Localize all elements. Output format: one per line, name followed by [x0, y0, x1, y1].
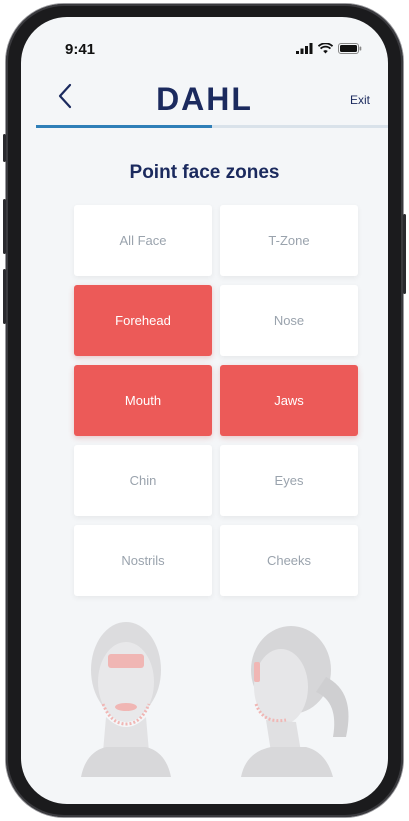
app-screen: 9:41 DAHL Exit Point face zones All Face…: [21, 17, 388, 804]
zone-all-face-button[interactable]: All Face: [74, 205, 212, 276]
battery-icon: [338, 43, 362, 54]
zone-grid: All Face T-Zone Forehead Nose Mouth Jaws Chin E…: [74, 205, 358, 596]
zone-nostrils-button[interactable]: Nostrils: [74, 525, 212, 596]
app-header: DAHL Exit: [21, 75, 388, 125]
zone-cheeks-button[interactable]: Cheeks: [220, 525, 358, 596]
status-time: 9:41: [65, 41, 96, 58]
zone-forehead-button[interactable]: Forehead: [74, 285, 212, 356]
zone-chin-button[interactable]: Chin: [74, 445, 212, 516]
signal-icon: [296, 43, 313, 54]
side-face-image: [241, 626, 349, 777]
zone-mouth-button[interactable]: Mouth: [74, 365, 212, 436]
volume-up-button: [3, 199, 6, 254]
phone-frame: 9:41 DAHL Exit Point face zones All Face…: [3, 4, 406, 817]
page-title: Point face zones: [129, 162, 280, 183]
zone-t-zone-button[interactable]: T-Zone: [220, 205, 358, 276]
power-button: [403, 214, 406, 294]
status-bar: 9:41: [21, 17, 388, 67]
brand-logo: DAHL: [156, 81, 253, 117]
face-zone-illustration: [81, 622, 349, 777]
wifi-icon: [318, 43, 333, 54]
volume-down-button: [3, 269, 6, 324]
front-face-image: [81, 622, 171, 777]
zone-jaws-button[interactable]: Jaws: [220, 365, 358, 436]
status-icons: [296, 43, 362, 54]
zone-eyes-button[interactable]: Eyes: [220, 445, 358, 516]
exit-button[interactable]: Exit: [350, 93, 370, 107]
progress-bar: [36, 125, 388, 128]
mute-switch: [3, 134, 6, 162]
progress-fill: [36, 125, 212, 128]
zone-nose-button[interactable]: Nose: [220, 285, 358, 356]
